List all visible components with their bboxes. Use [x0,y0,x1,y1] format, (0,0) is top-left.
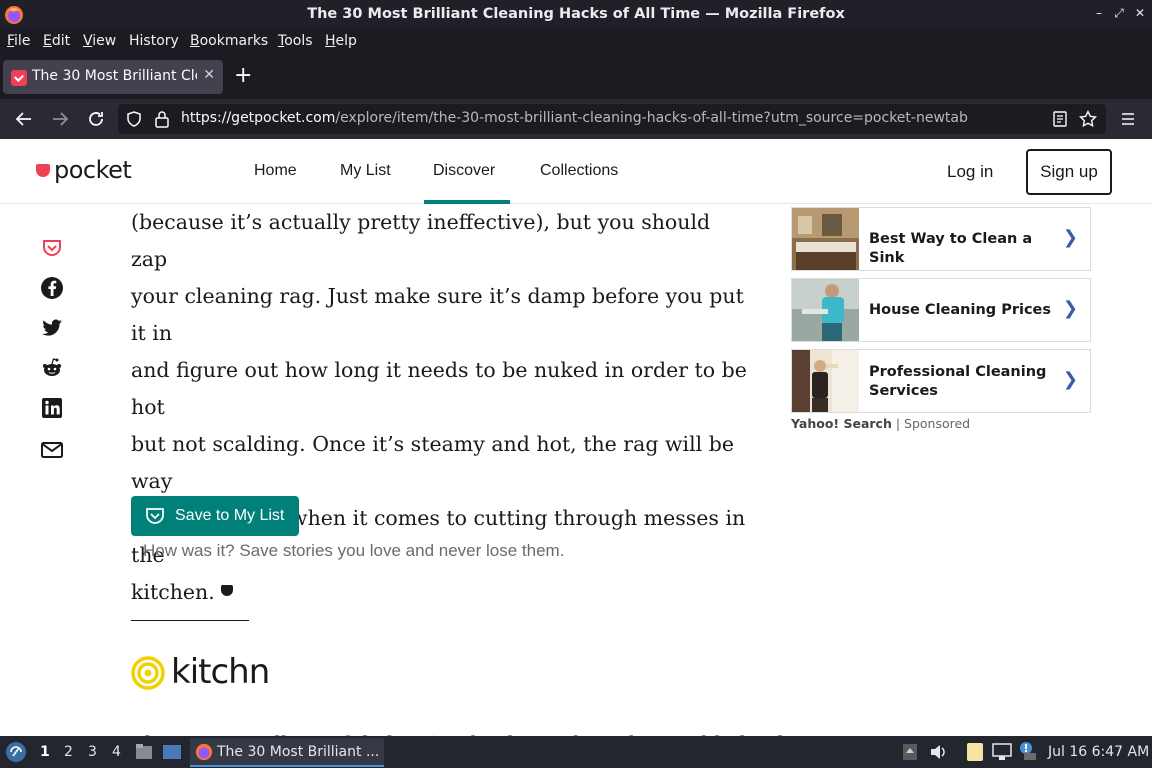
ad-label: House Cleaning Prices [869,302,1052,318]
chevron-right-icon: ❯ [1062,227,1078,248]
menu-bar: File Edit View History Bookmarks Tools H… [0,29,1152,55]
tracking-shield-icon[interactable] [126,111,142,127]
ad-thumbnail-cleaner [792,279,859,341]
kitchn-logo-text: kitchn [171,652,270,692]
ad-attribution: Yahoo! Search | Sponsored [791,416,970,431]
notes-icon[interactable] [966,742,984,762]
hamburger-menu-icon[interactable] [1120,111,1136,127]
system-taskbar: 1 2 3 4 The 30 Most Brilliant ... Jul 16… [0,736,1152,768]
login-link[interactable]: Log in [947,162,993,182]
window-title: The 30 Most Brilliant Cleaning Hacks of … [307,6,845,22]
desktop-icon[interactable] [162,743,182,761]
ad-house-cleaning-prices[interactable]: House Cleaning Prices ❯ [791,278,1091,342]
kitchn-ring-icon [131,656,165,690]
forward-button[interactable] [48,107,72,131]
ad-best-way-to-clean-sink[interactable]: Best Way to Clean a Sink ❯ [791,207,1091,271]
workspace-1[interactable]: 1 [40,744,50,760]
article-next-line-cutoff: The most totally useful cleaning hacks w… [131,726,822,736]
twitter-icon[interactable] [40,316,64,340]
start-menu-icon[interactable] [5,741,27,763]
taskbar-firefox-window[interactable]: The 30 Most Brilliant ... [190,738,384,767]
bookmark-star-icon[interactable] [1079,110,1097,128]
lock-icon[interactable] [154,110,170,128]
nav-my-list[interactable]: My List [340,162,391,180]
menu-history[interactable]: History [129,33,179,49]
pocket-logo-icon [36,164,50,177]
navigation-toolbar: https://getpocket.com/explore/item/the-3… [0,99,1152,139]
inline-pocket-icon [220,585,233,596]
article-line: (because it’s actually pretty ineffectiv… [131,210,711,271]
url-text: https://getpocket.com/explore/item/the-3… [181,110,968,126]
ad-thumbnail-window-cleaning [792,350,859,412]
menu-edit[interactable]: Edit [43,33,70,49]
article-line: but not scalding. Once it’s steamy and h… [131,432,734,493]
nav-home[interactable]: Home [254,162,297,180]
tab-label: The 30 Most Brilliant Cleaning Hacks of … [32,68,197,84]
back-arrow-icon [15,112,31,126]
tab-active[interactable]: The 30 Most Brilliant Cleaning Hacks of … [3,60,223,94]
pocket-header: pocket Home My List Discover Collections… [0,139,1152,204]
reddit-icon[interactable] [40,356,64,380]
tab-bar: The 30 Most Brilliant Cleaning Hacks of … [0,55,1152,99]
window-titlebar: The 30 Most Brilliant Cleaning Hacks of … [0,0,1152,29]
new-tab-button[interactable]: + [234,62,252,90]
reload-button[interactable] [84,107,108,131]
back-button[interactable] [12,107,36,131]
section-divider [131,620,249,621]
nav-discover[interactable]: Discover [433,162,495,180]
firefox-icon [195,743,213,761]
reader-view-icon[interactable] [1052,111,1068,127]
reload-icon [89,112,103,126]
system-clock[interactable]: Jul 16 6:47 AM [1048,744,1149,760]
taskbar-task-label: The 30 Most Brilliant ... [217,744,380,760]
chevron-right-icon: ❯ [1062,298,1078,319]
article-line-last: kitchen. [131,574,751,611]
network-icon[interactable] [992,743,1012,761]
notification-icon[interactable] [1019,741,1037,761]
forward-arrow-icon [53,112,69,126]
ad-provider[interactable]: Yahoo! Search [791,416,892,431]
ad-label: Professional Cleaning Services [869,364,1047,399]
pocket-favicon-icon [11,70,27,86]
save-caption: How was it? Save stories you love and ne… [143,541,565,560]
eject-icon[interactable] [902,743,918,761]
ad-sponsored-label: Sponsored [904,416,971,431]
save-button-label: Save to My List [175,507,285,524]
chevron-right-icon: ❯ [1062,369,1078,390]
ad-professional-cleaning-services[interactable]: Professional Cleaning Services ❯ [791,349,1091,413]
save-to-my-list-button[interactable]: Save to My List [131,496,299,536]
workspace-4[interactable]: 4 [112,744,121,760]
ad-separator: | [891,416,905,431]
workspace-2[interactable]: 2 [64,744,73,760]
ad-label: Best Way to Clean a Sink [869,231,1033,266]
menu-view[interactable]: View [83,33,116,49]
pocket-logo-text: pocket [54,156,132,184]
article-line: and figure out how long it needs to be n… [131,358,747,419]
menu-bookmarks[interactable]: Bookmarks [190,33,268,49]
menu-file[interactable]: File [7,33,30,49]
file-manager-icon[interactable] [135,743,153,761]
email-icon[interactable] [40,438,64,462]
pocket-save-icon[interactable] [40,236,64,260]
maximize-button[interactable]: ⤢ [1112,6,1126,21]
volume-icon[interactable] [929,743,947,761]
workspace-3[interactable]: 3 [88,744,97,760]
linkedin-icon[interactable] [40,396,64,420]
menu-help[interactable]: Help [325,33,357,49]
nav-collections[interactable]: Collections [540,162,618,180]
tab-close-icon[interactable]: ✕ [203,67,215,83]
pocket-save-icon [146,508,164,524]
minimize-button[interactable]: – [1092,6,1106,20]
close-window-button[interactable]: ✕ [1133,6,1147,20]
facebook-icon[interactable] [40,276,64,300]
signup-button[interactable]: Sign up [1026,149,1112,195]
url-bar[interactable]: https://getpocket.com/explore/item/the-3… [118,104,1106,134]
ad-thumbnail-bathroom [792,208,859,270]
menu-tools[interactable]: Tools [278,33,313,49]
article-line: your cleaning rag. Just make sure it’s d… [131,284,744,345]
